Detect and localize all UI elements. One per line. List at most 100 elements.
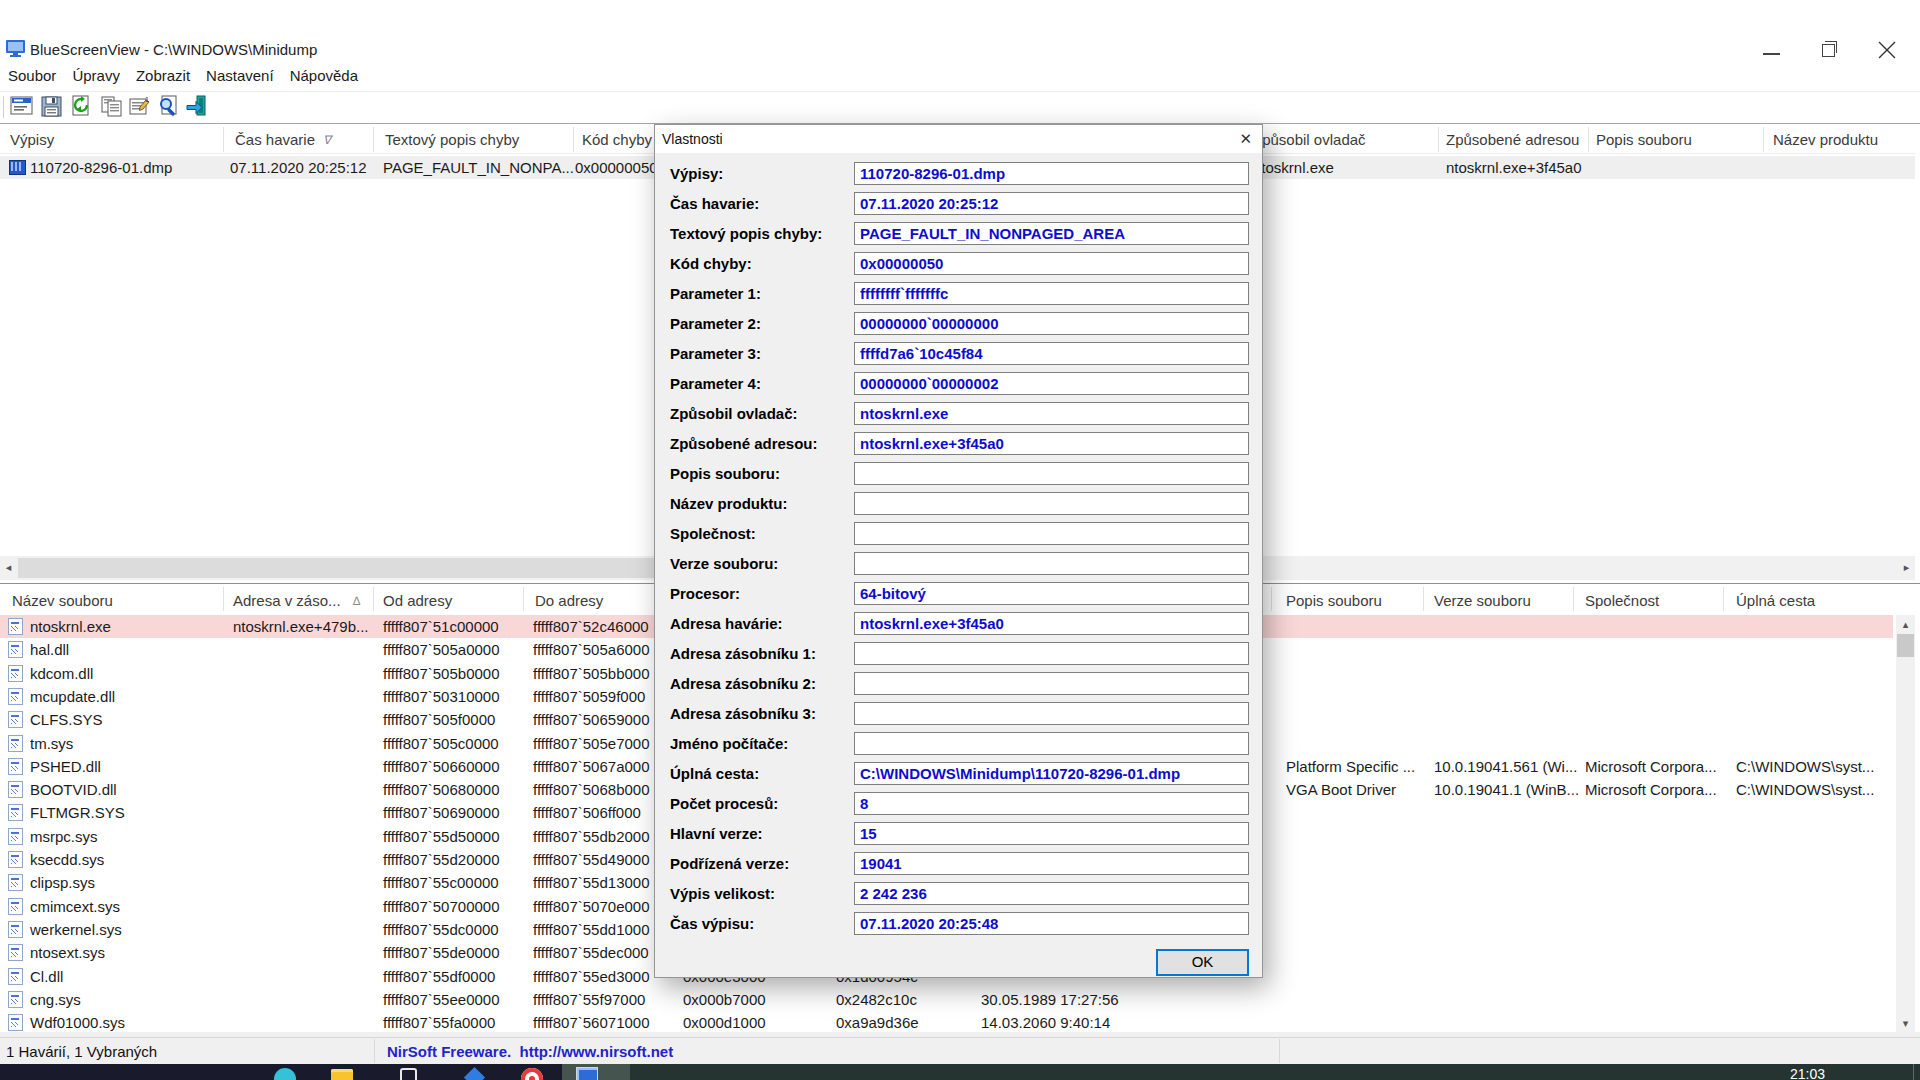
vscroll-thumb[interactable] [1897,634,1914,657]
dialog-field-value-box[interactable]: PAGE_FAULT_IN_NONPAGED_AREA [854,222,1249,245]
dialog-field-value-box[interactable]: 07.11.2020 20:25:48 [854,912,1249,935]
dialog-field-value-box[interactable] [854,642,1249,665]
column-header-product_name[interactable]: Název produktu [1773,131,1878,148]
dialog-field-value [855,643,1248,644]
vertical-scrollbar[interactable]: ▴▾ [1896,615,1915,1032]
dialog-field-value-box[interactable]: 19041 [854,852,1249,875]
column-header-file_description[interactable]: Popis souboru [1596,131,1692,148]
cell-from: fffff807`50660000 [383,758,500,775]
scroll-right-icon[interactable]: ▸ [1898,561,1915,574]
dialog-field-label: Parameter 2: [670,312,761,335]
dialog-field-value-box[interactable]: 110720-8296-01.dmp [854,162,1249,185]
status-nirsoft-link[interactable]: NirSoft Freeware. http://www.nirsoft.net [387,1043,673,1060]
refresh-icon[interactable] [70,95,93,118]
dialog-field-value-box[interactable] [854,522,1249,545]
cell-from: fffff807`50700000 [383,898,500,915]
menu-item-upravy[interactable]: Úpravy [64,62,128,91]
find-icon[interactable] [157,95,180,118]
dialog-field-value-box[interactable] [854,492,1249,515]
dialog-field-value-box[interactable]: 00000000`00000000 [854,312,1249,335]
dialog-field-value-box[interactable]: 0x00000050 [854,252,1249,275]
ok-button[interactable]: OK [1156,949,1249,976]
column-header-bug_string[interactable]: Textový popis chyby [385,131,519,148]
dialog-field-value-box[interactable]: 64-bitový [854,582,1249,605]
cell-to: fffff807`55ed3000 [533,968,650,985]
dialog-field-label: Hlavní verze: [670,822,763,845]
dialog-field-value-box[interactable] [854,702,1249,725]
dialog-field-value-box[interactable]: 07.11.2020 20:25:12 [854,192,1249,215]
dialog-field-label: Popis souboru: [670,462,780,485]
cell-to: fffff807`55d49000 [533,851,650,868]
cell-name: Wdf01000.sys [30,1014,125,1031]
minimize-button[interactable] [1763,53,1780,55]
dialog-field-value-box[interactable]: ffffffff`fffffffc [854,282,1249,305]
cell-from: fffff807`505f0000 [383,711,495,728]
column-header-stack[interactable]: Adresa v záso... [233,592,341,609]
explorer-icon[interactable] [331,1069,353,1080]
menu-item-napoveda[interactable]: Nápověda [282,62,366,91]
column-header-name[interactable]: Název souboru [12,592,113,609]
dialog-field-value-box[interactable]: 00000000`00000002 [854,372,1249,395]
dialog-field-value-box[interactable]: C:\WINDOWS\Minidump\110720-8296-01.dmp [854,762,1249,785]
maximize-button[interactable] [1822,44,1835,57]
cell-from: fffff807`55c00000 [383,874,499,891]
dialog-field-value-box[interactable]: ntoskrnl.exe+3f45a0 [854,432,1249,455]
close-button[interactable] [1878,41,1896,59]
menu-item-nastaveni[interactable]: Nastavení [198,62,282,91]
column-header-path[interactable]: Úplná cesta [1736,592,1815,609]
save-icon[interactable] [40,95,63,118]
dialog-field-value-box[interactable]: 15 [854,822,1249,845]
dialog-field-value-box[interactable]: ffffd7a6`10c45f84 [854,342,1249,365]
dialog-field-value-box[interactable]: ntoskrnl.exe [854,402,1249,425]
dialog-field-value-box[interactable]: 8 [854,792,1249,815]
column-header-description[interactable]: Popis souboru [1286,592,1382,609]
sort-descending-icon: ∇ [323,133,331,147]
column-header-version[interactable]: Verze souboru [1434,592,1531,609]
exit-icon[interactable] [185,95,208,118]
cell-to: fffff807`5059f000 [533,688,645,705]
dialog-field-value-box[interactable] [854,672,1249,695]
properties-icon[interactable]: 1 [128,95,151,118]
cell-path: C:\WINDOWS\syst... [1736,758,1874,775]
cell-timestamp: 0x2482c10c [836,991,917,1008]
cell-name: FLTMGR.SYS [30,804,125,821]
cell-name: CLFS.SYS [30,711,103,728]
dialog-field-value-box[interactable] [854,732,1249,755]
column-header-bug_code[interactable]: Kód chyby [582,131,652,148]
dialog-field-value-box[interactable] [854,552,1249,575]
scroll-up-icon[interactable]: ▴ [1896,618,1915,631]
column-header-caused_by_address[interactable]: Způsobené adresou [1446,131,1579,148]
file-icon [8,898,23,915]
dialog-field-value-box[interactable]: 2 242 236 [854,882,1249,905]
cell-to: fffff807`55db2000 [533,828,650,845]
dialog-field-label: Společnost: [670,522,756,545]
menu-bar: SouborÚpravyZobrazitNastaveníNápověda [0,62,1920,91]
dialog-field-label: Procesor: [670,582,740,605]
cell-name: ksecdd.sys [30,851,104,868]
column-header-dump[interactable]: Výpisy [10,131,54,148]
column-header-to[interactable]: Do adresy [535,592,603,609]
cell-from: fffff807`50690000 [383,804,500,821]
menu-item-soubor[interactable]: Soubor [0,62,64,91]
column-header-crash_time[interactable]: Čas havarie [235,131,315,148]
bluescreenview-task-icon[interactable] [576,1067,598,1080]
open-report-icon[interactable] [10,95,33,118]
table-row[interactable]: Wdf01000.sysfffff807`55fa0000fffff807`56… [0,1011,1893,1032]
phone-icon[interactable] [400,1068,417,1080]
scroll-left-icon[interactable]: ◂ [0,561,17,574]
copy-icon[interactable] [100,95,123,118]
column-header-from[interactable]: Od adresy [383,592,452,609]
scroll-down-icon[interactable]: ▾ [1896,1017,1915,1030]
cell-from: fffff807`50680000 [383,781,500,798]
dialog-field-value-box[interactable] [854,462,1249,485]
table-row[interactable]: cng.sysfffff807`55ee0000fffff807`55f9700… [0,988,1893,1011]
dialog-close-icon[interactable]: ✕ [1239,130,1252,148]
menu-item-zobrazit[interactable]: Zobrazit [128,62,198,91]
dialog-field-value: ffffd7a6`10c45f84 [855,343,1248,363]
column-header-caused_by_driver[interactable]: Způsobil ovladač [1253,131,1366,148]
dialog-field-label: Jméno počítače: [670,732,788,755]
column-header-company[interactable]: Společnost [1585,592,1659,609]
cell-description: Platform Specific ... [1286,758,1415,775]
dialog-field-value-box[interactable]: ntoskrnl.exe+3f45a0 [854,612,1249,635]
file-icon [8,851,23,868]
